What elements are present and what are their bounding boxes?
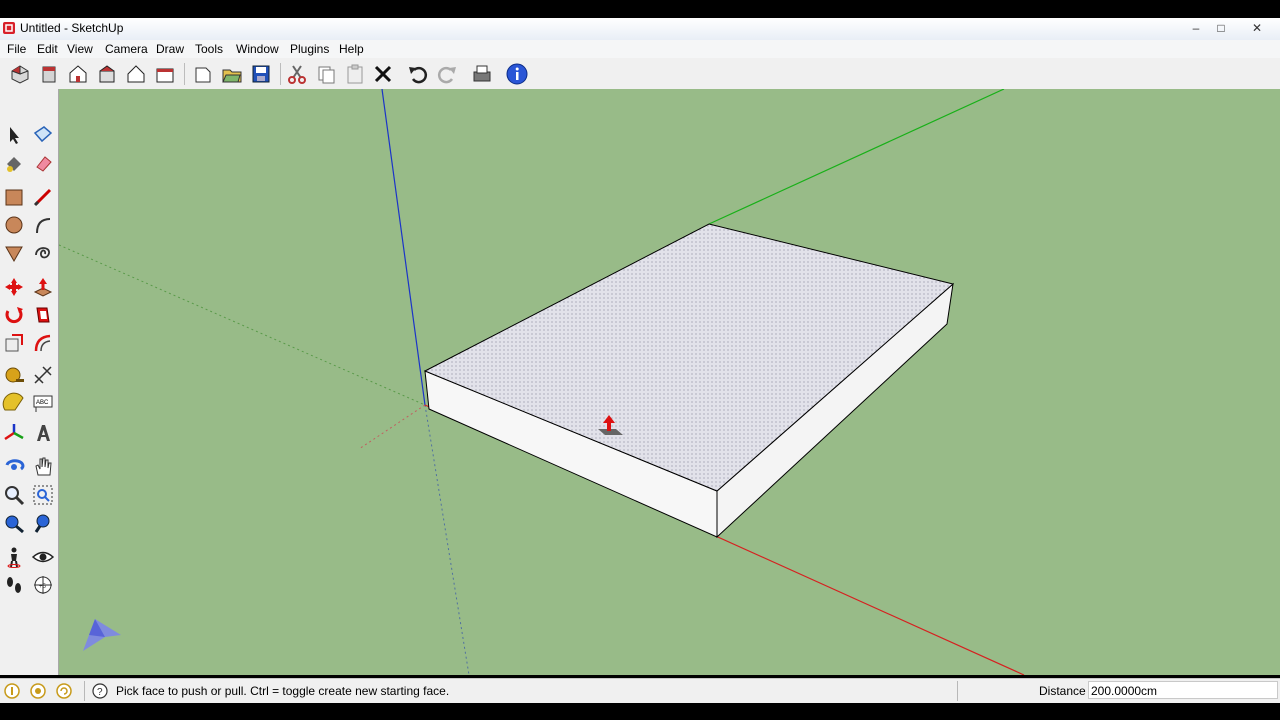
make-component-icon[interactable] xyxy=(31,123,55,147)
maximize-button[interactable]: □ xyxy=(1207,19,1235,37)
move-icon[interactable] xyxy=(2,275,26,299)
new-icon[interactable] xyxy=(191,62,215,86)
minimize-button[interactable]: – xyxy=(1182,19,1210,37)
blue-axis-negative xyxy=(424,404,470,675)
model-info-icon[interactable] xyxy=(505,62,529,86)
zoom-icon[interactable] xyxy=(2,483,26,507)
look-around-icon[interactable] xyxy=(31,545,55,569)
select-icon[interactable] xyxy=(2,123,26,147)
red-axis-negative xyxy=(358,404,426,450)
erase-icon[interactable] xyxy=(371,62,395,86)
tape-measure-icon[interactable] xyxy=(2,363,26,387)
pan-icon[interactable] xyxy=(31,455,55,479)
left-view-icon[interactable] xyxy=(153,62,177,86)
right-view-icon[interactable] xyxy=(95,62,119,86)
green-axis xyxy=(708,89,1005,225)
copy-icon[interactable] xyxy=(314,62,338,86)
eraser-icon[interactable] xyxy=(31,151,55,175)
menu-view[interactable]: View xyxy=(67,42,93,56)
freehand-icon[interactable] xyxy=(31,241,55,265)
sketchup-logo-icon xyxy=(3,22,15,34)
help-icon[interactable]: ? xyxy=(92,683,108,699)
paste-icon[interactable] xyxy=(343,62,367,86)
push-pull-icon[interactable] xyxy=(31,275,55,299)
3d-text-icon[interactable] xyxy=(31,421,55,445)
protractor-icon[interactable] xyxy=(2,391,26,415)
svg-text:?: ? xyxy=(97,687,103,698)
model-viewport[interactable] xyxy=(59,89,1280,675)
top-view-icon[interactable] xyxy=(37,62,61,86)
walk-icon[interactable] xyxy=(2,573,26,597)
geo-location-icon[interactable] xyxy=(4,683,20,699)
line-icon[interactable] xyxy=(31,185,55,209)
window-title: Untitled - SketchUp xyxy=(20,21,124,35)
menu-plugins[interactable]: Plugins xyxy=(290,42,329,56)
save-icon[interactable] xyxy=(249,62,273,86)
green-axis-negative xyxy=(59,244,426,406)
rectangle-icon[interactable] xyxy=(2,185,26,209)
cut-icon[interactable] xyxy=(285,62,309,86)
blue-axis xyxy=(381,89,426,406)
menu-tools[interactable]: Tools xyxy=(195,42,223,56)
position-camera-icon[interactable] xyxy=(2,545,26,569)
menu-camera[interactable]: Camera xyxy=(105,42,148,56)
menu-draw[interactable]: Draw xyxy=(156,42,184,56)
axes-icon[interactable] xyxy=(2,421,26,445)
previous-view-icon[interactable] xyxy=(31,511,55,535)
menu-window[interactable]: Window xyxy=(236,42,279,56)
main-toolbar xyxy=(0,58,1280,90)
dimension-icon[interactable] xyxy=(31,363,55,387)
menu-help[interactable]: Help xyxy=(339,42,364,56)
close-button[interactable]: ✕ xyxy=(1243,19,1271,37)
svg-text:ABC: ABC xyxy=(36,400,49,406)
follow-me-icon[interactable] xyxy=(31,303,55,327)
undo-icon[interactable] xyxy=(406,62,430,86)
open-icon[interactable] xyxy=(220,62,244,86)
left-toolbar: ABC +5 xyxy=(0,89,59,675)
zoom-extents-icon[interactable] xyxy=(2,511,26,535)
front-view-icon[interactable] xyxy=(66,62,90,86)
iso-view-icon[interactable] xyxy=(8,62,32,86)
rotate-icon[interactable] xyxy=(2,303,26,327)
status-bar: ? Pick face to push or pull. Ctrl = togg… xyxy=(0,678,1280,703)
text-icon[interactable]: ABC xyxy=(31,391,55,415)
menu-edit[interactable]: Edit xyxy=(37,42,58,56)
svg-text:+5: +5 xyxy=(39,584,47,590)
arc-icon[interactable] xyxy=(31,213,55,237)
section-plane-icon[interactable]: +5 xyxy=(31,573,55,597)
measurements-input[interactable]: 200.0000cm xyxy=(1088,681,1278,699)
back-view-icon[interactable] xyxy=(124,62,148,86)
menu-file[interactable]: File xyxy=(7,42,26,56)
title-bar: Untitled - SketchUp – □ ✕ xyxy=(0,18,1280,40)
print-icon[interactable] xyxy=(470,62,494,86)
circle-icon[interactable] xyxy=(2,213,26,237)
redo-icon[interactable] xyxy=(435,62,459,86)
menu-bar: File Edit View Camera Draw Tools Window … xyxy=(0,40,1280,58)
measurements-label: Distance xyxy=(1039,684,1086,698)
offset-icon[interactable] xyxy=(31,331,55,355)
status-message: Pick face to push or pull. Ctrl = toggle… xyxy=(116,684,450,698)
axes-orientation-logo-icon xyxy=(83,619,121,651)
polygon-icon[interactable] xyxy=(2,241,26,265)
credits-icon[interactable] xyxy=(30,683,46,699)
scale-icon[interactable] xyxy=(2,331,26,355)
orbit-icon[interactable] xyxy=(2,455,26,479)
sign-in-icon[interactable] xyxy=(56,683,72,699)
zoom-window-icon[interactable] xyxy=(31,483,55,507)
paint-bucket-icon[interactable] xyxy=(2,151,26,175)
